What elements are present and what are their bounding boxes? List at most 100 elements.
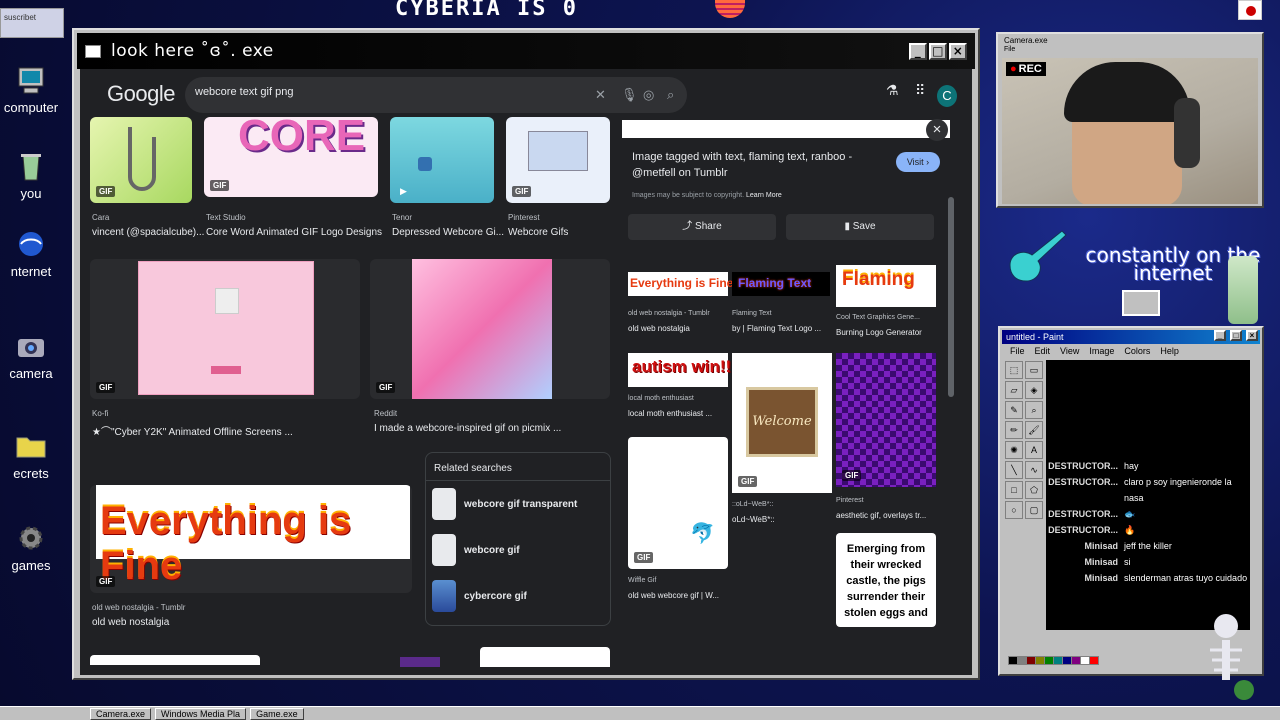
menu-view[interactable]: View (1060, 344, 1079, 358)
camera-menu-file[interactable]: File (1000, 46, 1260, 55)
camera-titlebar[interactable]: Camera.exe (1000, 36, 1260, 46)
taskbar-item-media-player[interactable]: Windows Media Pla (155, 707, 247, 720)
related-image-1[interactable]: Everything is Fine (628, 272, 733, 296)
close-button[interactable]: × (949, 42, 967, 60)
labs-flask-icon[interactable]: ⚗ (886, 82, 899, 99)
related-title[interactable]: old web webcore gif | W... (628, 591, 719, 600)
window-collage-graphic (528, 131, 588, 171)
free-select-tool-icon[interactable]: ▭ (1025, 361, 1043, 379)
fill-tool-icon[interactable]: ◈ (1025, 381, 1043, 399)
related-title[interactable]: old web nostalgia (628, 324, 690, 333)
camera-window: Camera.exe File REC (996, 32, 1264, 208)
visit-button[interactable]: Visit › (896, 152, 940, 172)
line-tool-icon[interactable]: ╲ (1005, 461, 1023, 479)
result-title[interactable]: Webcore Gifs (508, 227, 568, 238)
polygon-tool-icon[interactable]: ⬠ (1025, 481, 1043, 499)
result-title[interactable]: old web nostalgia (92, 617, 169, 628)
desktop-icon-games[interactable]: games (0, 522, 62, 573)
share-icon: ⤴ (682, 221, 693, 232)
related-search-item[interactable]: cybercore gif (426, 573, 610, 619)
result-title[interactable]: I made a webcore-inspired gif on picmix … (374, 423, 561, 434)
result-image-1[interactable]: GIF (90, 117, 192, 203)
related-search-item[interactable]: webcore gif transparent (426, 481, 610, 527)
curve-tool-icon[interactable]: ∿ (1025, 461, 1043, 479)
preview-scrollbar[interactable] (948, 197, 954, 397)
microphone-icon[interactable]: 🎙 (621, 87, 638, 103)
share-button[interactable]: ⤴ Share (628, 214, 776, 240)
pencil-tool-icon[interactable]: ✏ (1005, 421, 1023, 439)
related-title[interactable]: aesthetic gif, overlays tr... (836, 511, 926, 520)
search-icon[interactable]: ⌕ (667, 87, 674, 103)
result-title[interactable]: ★⌒"Cyber Y2K" Animated Offline Screens .… (92, 423, 293, 438)
preview-image-strip[interactable] (622, 120, 950, 138)
next-row-thumbnail[interactable] (90, 655, 260, 665)
skeleton-graphic (1200, 610, 1256, 706)
palette-swatch[interactable] (1089, 656, 1099, 665)
result-image-6[interactable]: GIF (370, 259, 610, 399)
desktop-icon-camera[interactable]: camera (0, 330, 62, 381)
related-image-7[interactable]: 🐬 GIF (628, 437, 728, 569)
search-input[interactable] (195, 86, 575, 98)
desktop-icon-you[interactable]: you (0, 150, 62, 201)
ellipse-tool-icon[interactable]: ○ (1005, 501, 1023, 519)
maximize-button[interactable]: □ (1230, 330, 1242, 341)
close-button[interactable]: × (1246, 330, 1258, 341)
learn-more-link[interactable]: Learn More (746, 192, 782, 199)
result-title[interactable]: Depressed Webcore Gi... (392, 227, 504, 238)
result-image-2[interactable]: CORE GIF (204, 117, 378, 197)
eraser-tool-icon[interactable]: ▱ (1005, 381, 1023, 399)
brush-tool-icon[interactable]: 🖌 (1025, 421, 1043, 439)
preview-title[interactable]: Image tagged with text, flaming text, ra… (632, 149, 872, 181)
next-row-thumbnail[interactable] (480, 647, 610, 667)
menu-help[interactable]: Help (1160, 344, 1179, 358)
related-title[interactable]: oLd~WeB*:: (732, 515, 775, 524)
close-preview-icon[interactable]: × (926, 119, 948, 141)
result-image-7[interactable]: Everything is Fine GIF (90, 485, 412, 593)
rectangle-tool-icon[interactable]: □ (1005, 481, 1023, 499)
related-search-item[interactable]: webcore gif (426, 527, 610, 573)
result-image-5[interactable]: GIF (90, 259, 360, 399)
taskbar-item-game[interactable]: Game.exe (250, 707, 304, 720)
google-logo[interactable]: Google (107, 81, 175, 107)
related-image-5[interactable]: Welcome GIF (732, 353, 832, 493)
rounded-rect-tool-icon[interactable]: ▢ (1025, 501, 1043, 519)
related-title[interactable]: by | Flaming Text Logo ... (732, 324, 821, 333)
result-title[interactable]: Core Word Animated GIF Logo Designs (206, 227, 382, 238)
text-tool-icon[interactable]: A (1025, 441, 1043, 459)
minimize-button[interactable]: _ (909, 42, 927, 60)
search-box[interactable]: ✕ 🎙 ◎ ⌕ (185, 77, 687, 113)
menu-image[interactable]: Image (1089, 344, 1114, 358)
related-image-6[interactable]: GIF (836, 353, 936, 487)
browser-titlebar[interactable]: look here ˚ɞ˚. exe _ □ × (77, 33, 975, 69)
maximize-button[interactable]: □ (929, 42, 947, 60)
minimize-button[interactable]: _ (1214, 330, 1226, 341)
airbrush-tool-icon[interactable]: ✺ (1005, 441, 1023, 459)
picker-tool-icon[interactable]: ✎ (1005, 401, 1023, 419)
related-image-2[interactable]: Flaming Text (732, 272, 830, 296)
paint-titlebar[interactable]: untitled - Paint _ □ × (1002, 330, 1260, 344)
lens-icon[interactable]: ◎ (643, 87, 654, 103)
result-image-3[interactable]: ▶ (390, 117, 494, 203)
result-title[interactable]: vincent (@spacialcube)... (92, 227, 204, 238)
menu-colors[interactable]: Colors (1124, 344, 1150, 358)
account-avatar[interactable]: C (937, 85, 957, 107)
related-title[interactable]: Burning Logo Generator (836, 328, 922, 337)
select-tool-icon[interactable]: ⬚ (1005, 361, 1023, 379)
taskbar-item-camera[interactable]: Camera.exe (90, 707, 152, 720)
desktop-icon-internet[interactable]: nternet (0, 228, 62, 279)
related-title[interactable]: local moth enthusiast ... (628, 409, 712, 418)
result-image-4[interactable]: GIF (506, 117, 610, 203)
clear-icon[interactable]: ✕ (595, 87, 606, 103)
desktop-icon-secrets[interactable]: ecrets (0, 430, 62, 481)
desktop-icon-computer[interactable]: computer (0, 64, 62, 115)
camera-icon (18, 339, 44, 357)
related-image-4[interactable]: autism win!! (628, 353, 731, 387)
menu-file[interactable]: File (1010, 344, 1025, 358)
save-button[interactable]: ▮ Save (786, 214, 934, 240)
magnifier-tool-icon[interactable]: ⌕ (1025, 401, 1043, 419)
menu-edit[interactable]: Edit (1035, 344, 1051, 358)
related-image-3[interactable]: Flaming (836, 265, 936, 307)
next-row-thumbnail[interactable] (400, 657, 440, 667)
related-image-8[interactable]: Emerging from their wrecked castle, the … (836, 533, 936, 627)
apps-grid-icon[interactable]: ⠿ (915, 82, 925, 99)
